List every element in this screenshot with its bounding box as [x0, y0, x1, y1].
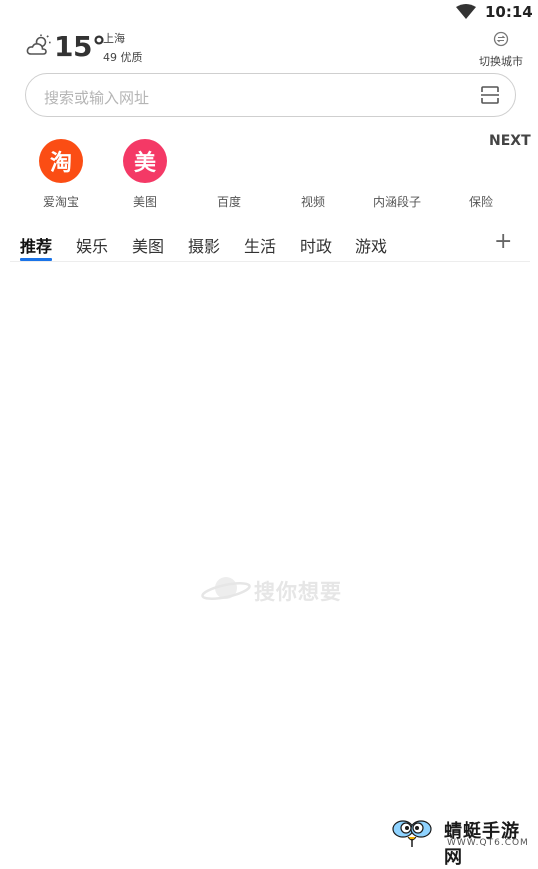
cloud-sun-icon: [26, 34, 51, 55]
status-time: 10:14: [485, 3, 533, 21]
planet-icon: [201, 577, 251, 600]
tab-life[interactable]: 生活: [244, 233, 276, 257]
search-bar[interactable]: 搜索或输入网址: [25, 73, 516, 117]
scan-icon[interactable]: [480, 85, 500, 105]
dragonfly-logo-icon: [392, 820, 432, 847]
city-name[interactable]: 上海: [103, 30, 125, 46]
tab-photography[interactable]: 摄影: [188, 233, 220, 257]
add-tab-icon[interactable]: +: [494, 231, 512, 253]
tab-entertainment[interactable]: 娱乐: [76, 233, 108, 257]
status-bar: 10:14: [0, 0, 538, 24]
tab-pictures[interactable]: 美图: [132, 233, 164, 257]
next-button[interactable]: NEXT: [489, 133, 531, 149]
meitu-icon[interactable]: 美: [123, 139, 167, 183]
tab-recommend[interactable]: 推荐: [20, 233, 52, 257]
tab-politics[interactable]: 时政: [300, 233, 332, 257]
loading-text: 搜你想要: [254, 580, 342, 604]
search-input[interactable]: 搜索或输入网址: [44, 87, 149, 108]
temperature: 15°: [54, 30, 106, 63]
taobao-icon[interactable]: 淘: [39, 139, 83, 183]
shortcut-label-meitu[interactable]: 美图: [103, 193, 187, 210]
switch-city-button[interactable]: 切换城市: [479, 53, 523, 69]
shortcut-label-insurance[interactable]: 保险: [439, 193, 523, 210]
air-quality: 49 优质: [103, 51, 143, 64]
shortcut-label-neihan[interactable]: 内涵段子: [355, 193, 439, 210]
switch-city-icon[interactable]: [493, 31, 509, 47]
shortcut-label-aitaobao[interactable]: 爱淘宝: [19, 193, 103, 210]
tab-divider: [10, 261, 530, 262]
watermark-url: WWW.QT6.COM: [447, 838, 529, 848]
wifi-icon: [456, 4, 476, 19]
shortcut-label-baidu[interactable]: 百度: [187, 193, 271, 210]
tab-games[interactable]: 游戏: [355, 233, 387, 257]
shortcut-label-video[interactable]: 视频: [271, 193, 355, 210]
